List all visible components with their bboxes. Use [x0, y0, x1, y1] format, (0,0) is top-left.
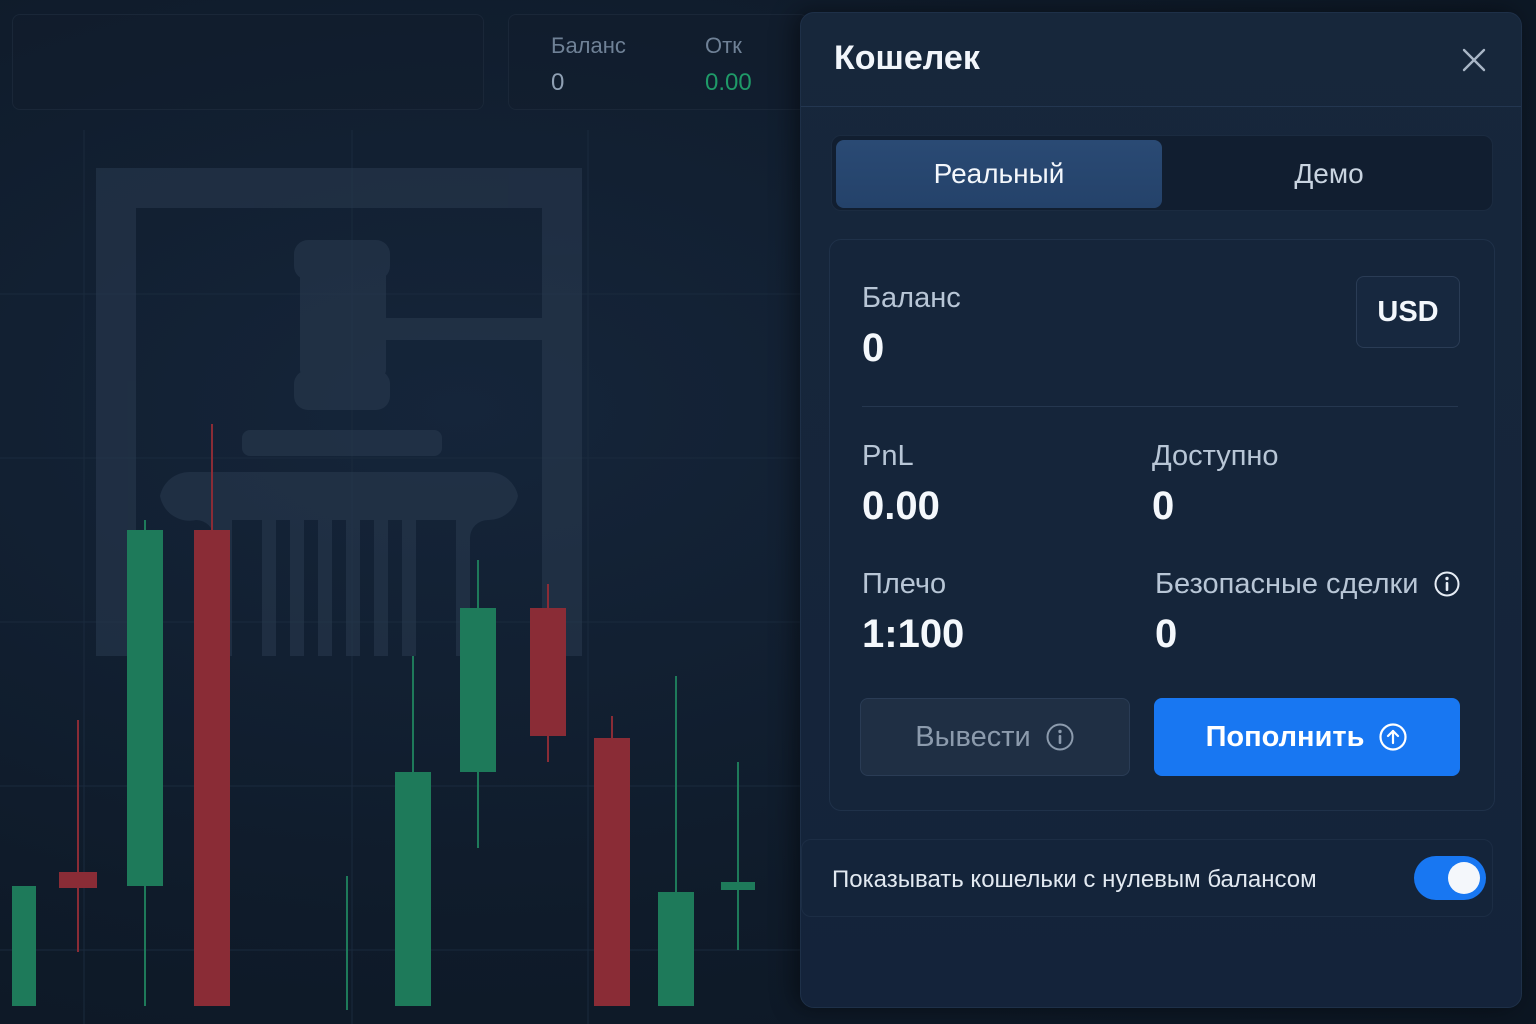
balance-stat-value: 0 [551, 69, 565, 96]
watermark-logo [96, 168, 582, 656]
open-stat: Отк 0.00 [705, 33, 752, 97]
safe-trades-label: Безопасные сделки [1155, 568, 1419, 600]
candle-body [194, 530, 230, 1006]
withdraw-button-label: Вывести [915, 720, 1031, 753]
deposit-button-label: Пополнить [1205, 720, 1365, 753]
open-stat-value: 0.00 [705, 69, 752, 96]
balance-label: Баланс [862, 282, 961, 314]
show-zero-balance-row: Показывать кошельки с нулевым балансом [801, 839, 1493, 917]
account-type-tabs: Реальный Демо [831, 135, 1493, 211]
candle-body [658, 892, 694, 1006]
account-stats-panel: Баланс 0 Отк 0.00 [508, 14, 808, 110]
pnl-label: PnL [862, 440, 914, 472]
available-value: 0 [1152, 484, 1175, 528]
candle-body [12, 886, 36, 1006]
safe-trades-value: 0 [1155, 612, 1178, 656]
price-chart[interactable] [0, 130, 800, 1024]
candle-body [530, 608, 566, 736]
candle-body [460, 608, 496, 772]
card-divider [862, 406, 1458, 407]
candle-body [346, 1006, 348, 1010]
candle-body [127, 530, 163, 886]
available-label: Доступно [1152, 440, 1279, 472]
wallet-modal: Кошелек Реальный Демо Баланс 0 USD PnL 0… [800, 12, 1522, 1008]
arrow-up-circle-icon [1379, 723, 1408, 751]
trading-screen: Баланс 0 Отк 0.00 Кошелек Реальный Демо … [0, 0, 1536, 1024]
candle-body [395, 772, 431, 1006]
tab-demo[interactable]: Демо [1166, 140, 1492, 208]
balance-stat: Баланс 0 [551, 33, 626, 97]
close-icon[interactable] [1459, 45, 1489, 75]
tab-real[interactable]: Реальный [836, 140, 1162, 208]
open-stat-label: Отк [705, 33, 742, 58]
withdraw-button[interactable]: Вывести [860, 698, 1130, 776]
info-icon[interactable] [1433, 570, 1461, 598]
deposit-button[interactable]: Пополнить [1154, 698, 1460, 776]
modal-header: Кошелек [801, 13, 1521, 107]
show-zero-balance-toggle[interactable] [1414, 856, 1486, 900]
info-icon [1046, 723, 1074, 751]
candle-body [594, 738, 630, 1006]
modal-title: Кошелек [834, 39, 980, 77]
balance-value: 0 [862, 326, 885, 370]
leverage-label: Плечо [862, 568, 947, 600]
toggle-knob [1448, 862, 1480, 894]
leverage-value: 1:100 [862, 612, 965, 656]
wallet-summary-card: Баланс 0 USD PnL 0.00 Доступно 0 Плечо 1… [829, 239, 1495, 811]
candle-body [721, 882, 755, 890]
pnl-value: 0.00 [862, 484, 940, 528]
currency-selector[interactable]: USD [1356, 276, 1460, 348]
balance-stat-label: Баланс [551, 33, 626, 58]
candlestick-chart [0, 130, 800, 1024]
topbar-panel [12, 14, 484, 110]
candle-body [59, 872, 97, 888]
show-zero-balance-label: Показывать кошельки с нулевым балансом [832, 866, 1317, 893]
